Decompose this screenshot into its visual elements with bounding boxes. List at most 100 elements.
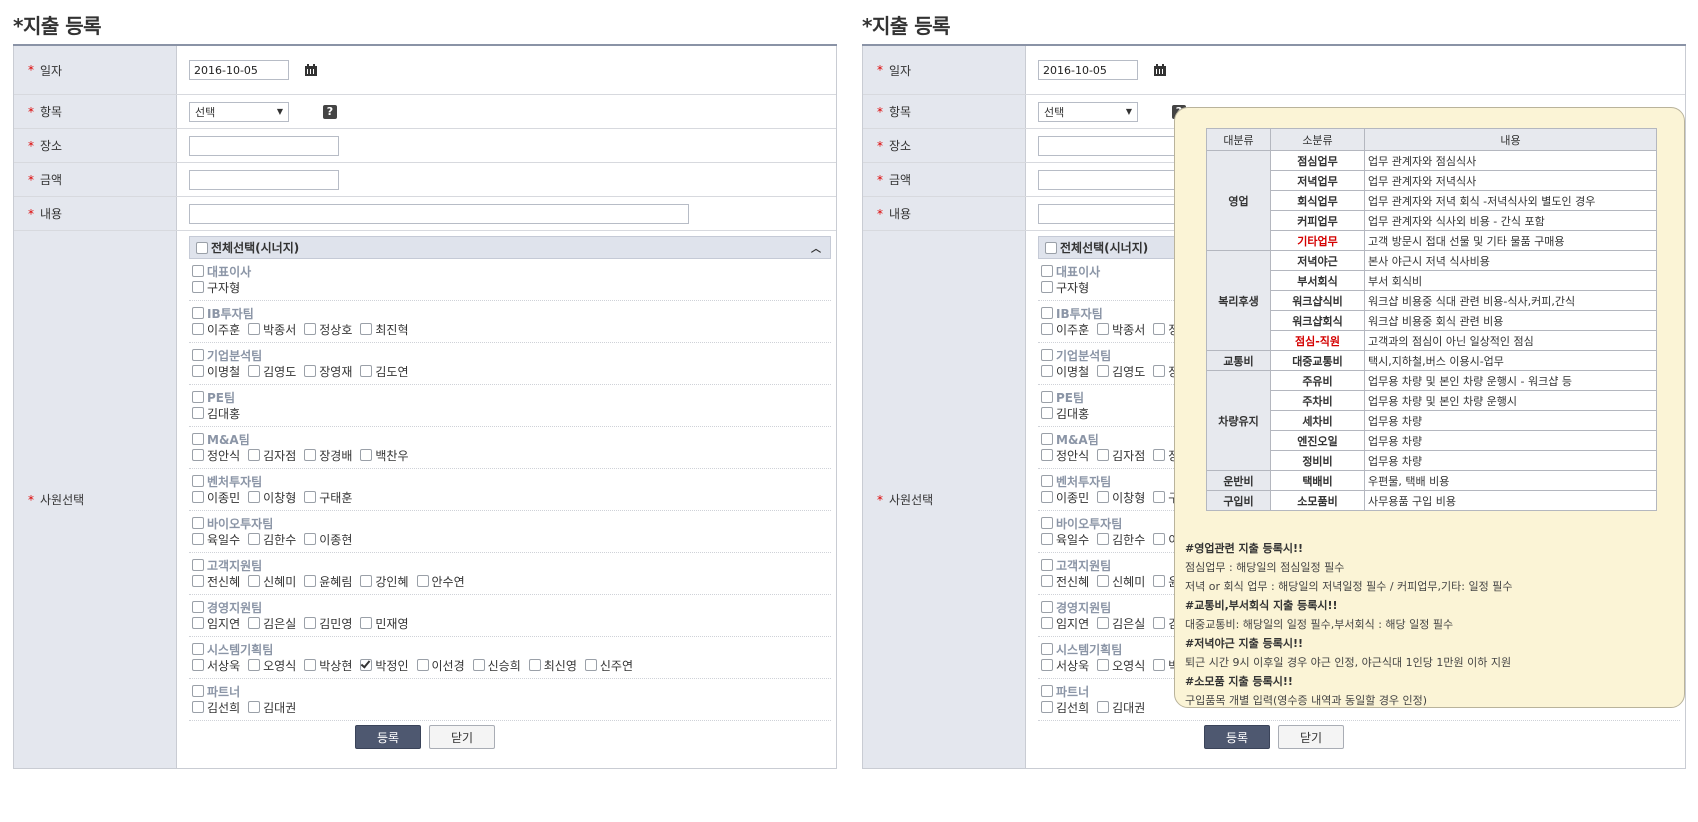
employee-option[interactable]: 김자점 [1094,447,1145,464]
employee-option[interactable]: 전신혜 [1038,573,1089,590]
employee-option[interactable]: 장영재 [301,363,352,380]
employee-option[interactable]: 이창형 [1094,489,1145,506]
employee-checkbox[interactable] [1097,659,1110,671]
employee-option[interactable]: 민재영 [357,615,409,632]
employee-option[interactable]: 구자형 [1038,279,1089,296]
employee-option[interactable]: 김한수 [1094,531,1145,548]
employee-checkbox[interactable] [248,701,261,713]
employee-checkbox[interactable] [360,659,373,671]
employee-checkbox[interactable] [1041,617,1053,629]
place-input[interactable] [1038,135,1188,156]
employee-checkbox[interactable] [472,659,485,671]
employee-checkbox[interactable] [192,449,204,461]
employee-checkbox[interactable] [416,575,429,587]
group-checkbox[interactable] [1041,307,1053,319]
employee-checkbox[interactable] [528,659,541,671]
employee-checkbox[interactable] [304,659,317,671]
employee-option[interactable]: 오영식 [1094,657,1145,674]
date-input[interactable] [189,60,289,80]
employee-checkbox[interactable] [1153,365,1166,377]
group-checkbox[interactable] [192,265,204,277]
group-checkbox[interactable] [1041,643,1053,655]
employee-checkbox[interactable] [360,575,373,587]
close-button[interactable]: 닫기 [1278,725,1344,749]
employee-checkbox[interactable] [1153,491,1166,503]
employee-option[interactable]: 안수연 [414,573,465,590]
help-icon[interactable]: ? [323,104,337,119]
employee-checkbox[interactable] [192,575,204,587]
employee-checkbox[interactable] [1041,659,1053,671]
group-checkbox[interactable] [192,475,204,487]
employee-option[interactable]: 구자형 [189,279,240,296]
employee-checkbox[interactable] [1097,617,1110,629]
group-header[interactable]: 기업분석팀 [189,347,831,363]
employee-checkbox[interactable] [360,323,373,335]
employee-checkbox[interactable] [1041,449,1053,461]
employee-option[interactable]: 윤혜림 [301,573,352,590]
employee-checkbox[interactable] [304,533,317,545]
employee-option[interactable]: 이창형 [245,489,296,506]
employee-option[interactable]: 정안식 [189,447,240,464]
employee-option[interactable]: 강인혜 [357,573,409,590]
employee-option[interactable]: 임지연 [1038,615,1089,632]
group-header[interactable]: 고객지원팀 [189,557,831,573]
group-checkbox[interactable] [1041,685,1053,697]
submit-button[interactable]: 등록 [1204,725,1270,749]
employee-checkbox[interactable] [1097,701,1110,713]
employee-option[interactable]: 이명철 [189,363,240,380]
employee-checkbox[interactable] [1153,659,1166,671]
employee-option[interactable]: 이주훈 [1038,321,1089,338]
employee-option[interactable]: 신승희 [470,657,521,674]
group-header[interactable]: 바이오투자팀 [189,515,831,531]
employee-checkbox[interactable] [1097,491,1110,503]
employee-checkbox[interactable] [360,365,373,377]
employee-checkbox[interactable] [248,491,261,503]
group-checkbox[interactable] [192,601,204,613]
employee-option[interactable]: 김영도 [1094,363,1145,380]
employee-option[interactable]: 신혜미 [245,573,296,590]
employee-option[interactable]: 김대권 [1094,699,1145,716]
group-checkbox[interactable] [1041,391,1053,403]
employee-option[interactable]: 김은실 [245,615,296,632]
select-all-checkbox[interactable] [1045,241,1057,254]
employee-checkbox[interactable] [192,281,204,293]
employee-option[interactable]: 육일수 [1038,531,1089,548]
select-all-checkbox[interactable] [196,241,208,254]
group-checkbox[interactable] [1041,601,1053,613]
employee-option[interactable]: 김자점 [245,447,296,464]
employee-checkbox[interactable] [192,617,204,629]
employee-checkbox[interactable] [304,617,317,629]
group-checkbox[interactable] [1041,559,1053,571]
employee-checkbox[interactable] [192,407,204,419]
employee-checkbox[interactable] [1097,449,1110,461]
group-header[interactable]: 경영지원팀 [189,599,831,615]
item-select[interactable]: 선택 ▼ [189,101,289,122]
employee-option[interactable]: 이종민 [189,489,240,506]
employee-checkbox[interactable] [192,323,204,335]
amount-input[interactable] [189,169,339,190]
employee-checkbox[interactable] [416,659,429,671]
group-header[interactable]: IB투자팀 [189,305,831,321]
employee-checkbox[interactable] [248,575,261,587]
employee-checkbox[interactable] [304,365,317,377]
employee-option[interactable]: 김대홍 [1038,405,1089,422]
group-header[interactable]: 시스템기획팀 [189,641,831,657]
employee-checkbox[interactable] [1041,575,1053,587]
employee-checkbox[interactable] [1041,533,1053,545]
group-checkbox[interactable] [192,433,204,445]
group-header[interactable]: PE팀 [189,389,831,405]
employee-option[interactable]: 백찬우 [357,447,409,464]
group-checkbox[interactable] [192,391,204,403]
employee-checkbox[interactable] [584,659,597,671]
submit-button[interactable]: 등록 [355,725,421,749]
group-checkbox[interactable] [192,643,204,655]
group-checkbox[interactable] [192,517,204,529]
employee-checkbox[interactable] [304,575,317,587]
employee-option[interactable]: 서상욱 [189,657,240,674]
group-checkbox[interactable] [1041,433,1053,445]
calendar-icon[interactable] [1154,64,1166,76]
employee-option[interactable]: 서상욱 [1038,657,1089,674]
employee-option[interactable]: 김대홍 [189,405,240,422]
employee-option[interactable]: 김선희 [189,699,240,716]
place-input[interactable] [189,135,339,156]
